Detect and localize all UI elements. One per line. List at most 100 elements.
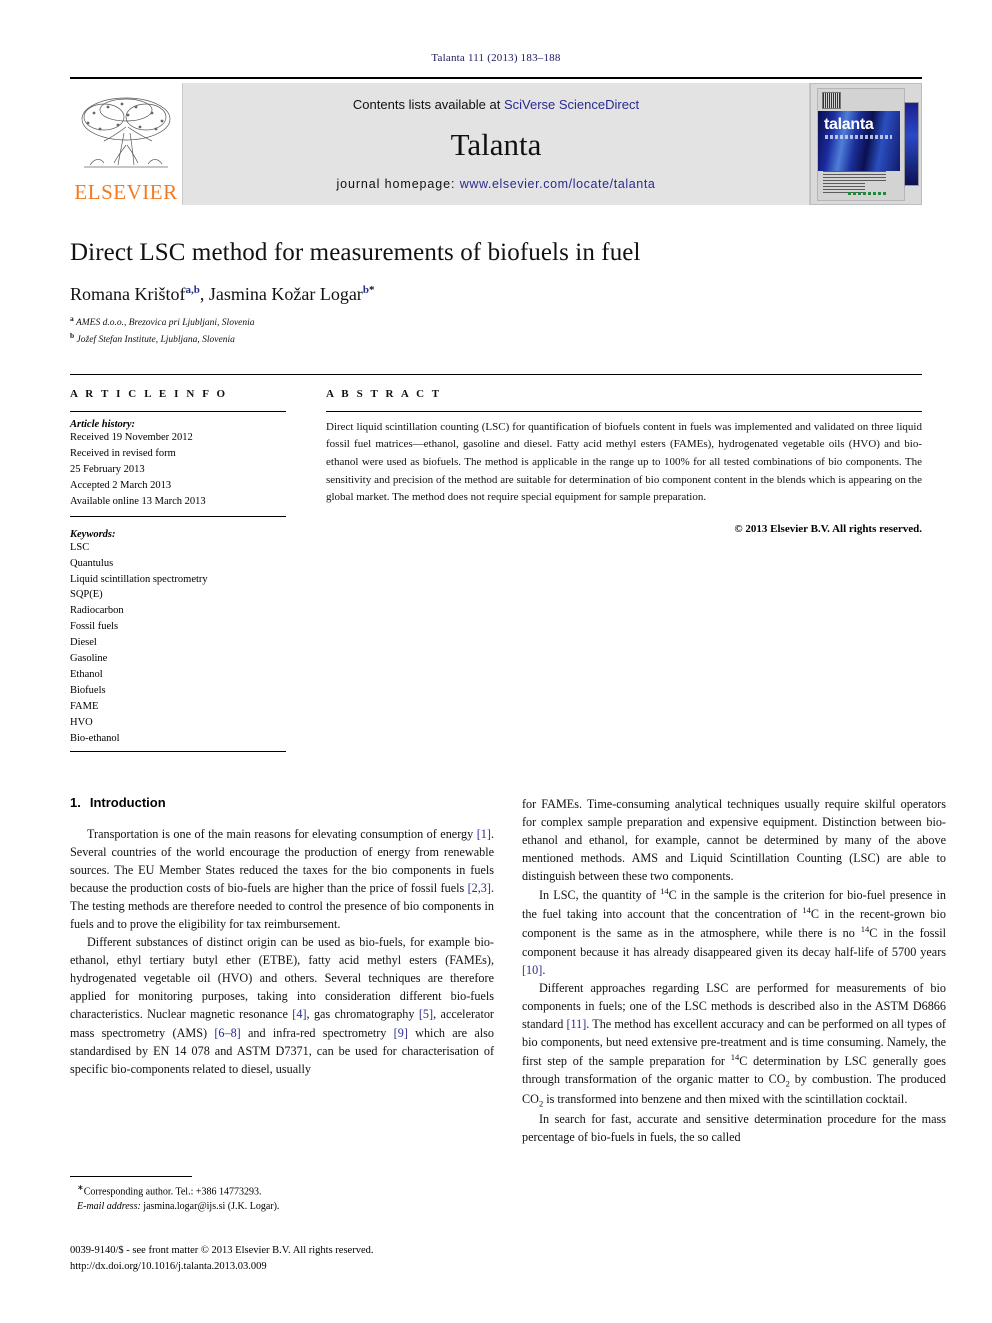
journal-banner: ELSEVIER Contents lists available at Sci…: [70, 77, 922, 205]
keyword-item: LSC: [70, 541, 90, 553]
paper-page: Talanta 111 (2013) 183–188 ELSEVIER Cont…: [0, 0, 992, 1323]
footnote-area: ∗Corresponding author. Tel.: +386 147732…: [70, 1176, 494, 1214]
abstract-heading: A B S T R A C T: [326, 387, 442, 400]
homepage-prefix: journal homepage:: [336, 177, 460, 191]
article-history-item: Available online 13 March 2013: [70, 495, 206, 507]
text-run: and infra-red spectrometry: [240, 1025, 394, 1040]
abstract-column: A B S T R A C T Direct liquid scintillat…: [308, 388, 922, 752]
affiliation-b: b Jožef Stefan Institute, Ljubljana, Slo…: [70, 331, 922, 348]
keyword-item: SQP(E): [70, 589, 103, 601]
body-paragraph: for FAMEs. Time-consuming analytical tec…: [522, 795, 946, 885]
cover-page: talanta: [817, 88, 905, 201]
body-left-column: 1. Introduction Transportation is one of …: [70, 795, 494, 1146]
text-run: , gas chromatography: [306, 1007, 419, 1022]
article-history-item: Received in revised form: [70, 447, 176, 459]
citation-link[interactable]: [5]: [419, 1007, 433, 1021]
keyword-item: Fossil fuels: [70, 621, 119, 633]
corresponding-author-text: Corresponding author. Tel.: +386 1477329…: [83, 1186, 262, 1198]
cover-barcode-icon: [822, 92, 841, 109]
doi-link[interactable]: http://dx.doi.org/10.1016/j.talanta.2013…: [70, 1259, 590, 1275]
cover-spine: [904, 102, 919, 186]
citation-link[interactable]: [11]: [566, 1017, 586, 1031]
keywords-list: LSC Quantulus Liquid scintillation spectro…: [70, 540, 286, 747]
affiliation-a-marker: a: [70, 314, 74, 323]
imprint-block: 0039-9140/$ - see front matter © 2013 El…: [70, 1243, 590, 1276]
cover-footer-green-bar: [848, 192, 886, 195]
citation-link[interactable]: [6–8]: [214, 1026, 240, 1040]
keyword-item: Gasoline: [70, 653, 108, 665]
citation-link[interactable]: [4]: [292, 1007, 306, 1021]
keyword-item: Diesel: [70, 637, 97, 649]
superscript: 14: [660, 886, 669, 897]
cover-journal-title: talanta: [824, 116, 874, 133]
footnote-asterisk-icon: ∗: [77, 1183, 84, 1192]
text-run: Transportation is one of the main reason…: [87, 827, 477, 841]
cover-subtitle-bar: [825, 135, 892, 139]
journal-homepage-link[interactable]: www.elsevier.com/locate/talanta: [460, 177, 656, 191]
elsevier-tree-icon: [81, 97, 171, 168]
section-heading-introduction: 1. Introduction: [70, 795, 494, 810]
affiliation-a-text: AMES d.o.o., Brezovica pri Ljubljani, Sl…: [75, 318, 255, 329]
info-abstract-row: A R T I C L E I N F O Article history: R…: [70, 373, 922, 752]
running-head: Talanta 111 (2013) 183–188: [431, 52, 561, 64]
author-separator: ,: [199, 284, 209, 304]
email-value[interactable]: jasmina.logar@ijs.si (J.K. Logar).: [143, 1201, 279, 1212]
article-info-rule: [70, 410, 286, 412]
body-paragraph: In LSC, the quantity of 14C in the sampl…: [522, 885, 946, 978]
keyword-item: Liquid scintillation spectrometry: [70, 573, 208, 585]
article-info-heading: A R T I C L E I N F O: [70, 387, 228, 400]
article-history-label: Article history:: [70, 418, 136, 430]
text-run: .: [542, 962, 546, 977]
keyword-item: Ethanol: [70, 669, 103, 681]
banner-center: Contents lists available at SciVerse Sci…: [182, 83, 810, 205]
cover-footer-right-text: [846, 171, 886, 181]
elsevier-logo: ELSEVIER: [70, 83, 182, 205]
affiliation-a: a AMES d.o.o., Brezovica pri Ljubljani, …: [70, 314, 922, 331]
keyword-item: FAME: [70, 701, 99, 713]
section-number: 1.: [70, 795, 81, 810]
elsevier-wordmark: ELSEVIER: [74, 180, 178, 204]
keyword-item: Bio-ethanol: [70, 733, 120, 745]
citation-link[interactable]: [10]: [522, 963, 542, 977]
citation-link[interactable]: [1]: [477, 827, 491, 841]
email-note: E-mail address: jasmina.logar@ijs.si (J.…: [70, 1199, 494, 1214]
journal-homepage-line: journal homepage: www.elsevier.com/locat…: [336, 177, 655, 191]
journal-cover-thumbnail: talanta: [810, 83, 922, 205]
affiliation-b-marker: b: [70, 330, 75, 340]
email-label: E-mail address:: [77, 1201, 141, 1213]
affiliation-b-text: Jožef Stefan Institute, Ljubljana, Slove…: [76, 335, 235, 346]
body-columns: 1. Introduction Transportation is one of …: [70, 795, 946, 1146]
copyright-line: © 2013 Elsevier B.V. All rights reserved…: [734, 522, 922, 535]
page-title: Direct LSC method for measurements of bi…: [70, 239, 641, 266]
keyword-item: Biofuels: [70, 685, 106, 697]
cover-footer: [823, 171, 886, 197]
text-run: In LSC, the quantity of: [539, 888, 661, 903]
body-paragraph: Different substances of distinct origin …: [70, 933, 494, 1077]
article-history-block: Article history: Received 19 November 20…: [70, 419, 286, 517]
author-name-1: Romana Krištof: [70, 284, 186, 304]
article-history-item: Received 19 November 2012: [70, 431, 193, 443]
body-paragraph: In search for fast, accurate and sensiti…: [522, 1110, 946, 1146]
article-history-item: 25 February 2013: [70, 463, 145, 475]
keywords-label: Keywords:: [70, 528, 116, 540]
author-name-2: Jasmina Kožar Logar: [208, 284, 363, 304]
corresponding-author-note: ∗Corresponding author. Tel.: +386 147732…: [70, 1182, 494, 1199]
contents-prefix: Contents lists available at: [352, 97, 504, 112]
abstract-rule: [326, 410, 922, 412]
citation-link[interactable]: [2,3]: [468, 881, 491, 895]
title-block: Direct LSC method for measurements of bi…: [70, 239, 922, 348]
sciencedirect-link[interactable]: SciVerse ScienceDirect: [504, 97, 639, 112]
article-history-item: Accepted 2 March 2013: [70, 479, 172, 491]
body-paragraph: Different approaches regarding LSC are p…: [522, 979, 946, 1110]
abstract-text: Direct liquid scintillation counting (LS…: [326, 420, 922, 504]
citation-link[interactable]: [9]: [394, 1026, 408, 1040]
right-column-paragraphs: for FAMEs. Time-consuming analytical tec…: [522, 795, 946, 1146]
text-run: is transformed into benzene and then mix…: [543, 1091, 908, 1106]
text-run: for FAMEs. Time-consuming analytical tec…: [522, 797, 946, 884]
footnote-rule: [70, 1176, 192, 1177]
body-paragraph: Transportation is one of the main reason…: [70, 825, 494, 933]
contents-available-line: Contents lists available at SciVerse Sci…: [353, 97, 639, 112]
corresponding-author-marker: *: [368, 284, 375, 296]
journal-title: Talanta: [450, 127, 542, 162]
author-list: Romana Krištofa,b, Jasmina Kožar Logarb*: [70, 284, 922, 305]
